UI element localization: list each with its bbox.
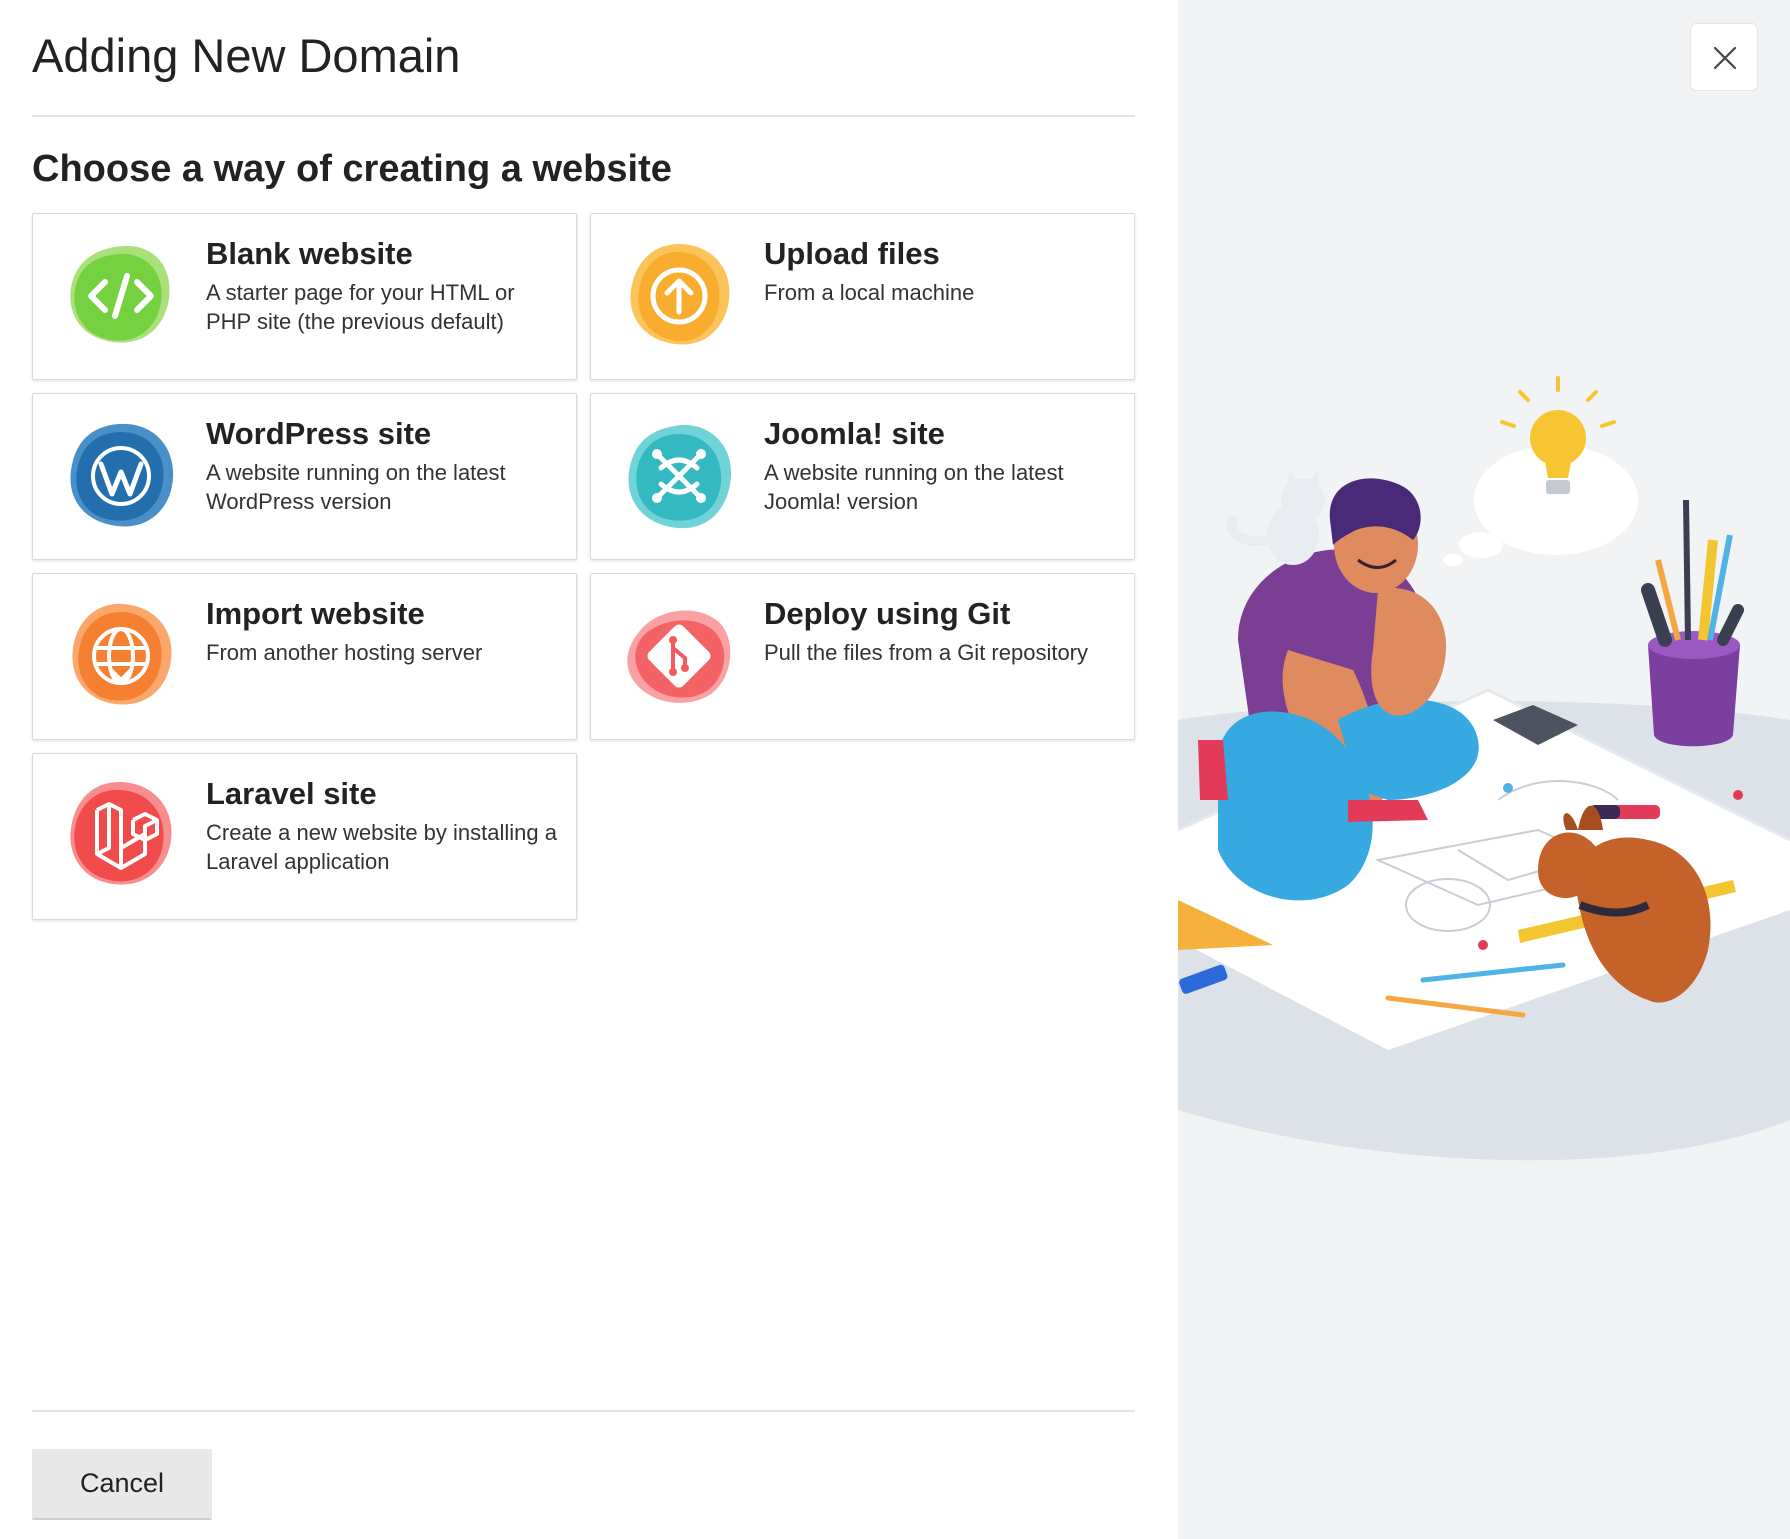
option-card-blank-website[interactable]: Blank website A starter page for your HT… — [32, 213, 577, 380]
section-subtitle: Choose a way of creating a website — [32, 148, 672, 190]
option-title: Laravel site — [206, 776, 377, 811]
footer-divider — [32, 1410, 1135, 1412]
close-button[interactable] — [1690, 23, 1758, 91]
wordpress-icon — [61, 416, 181, 536]
page-title: Adding New Domain — [32, 29, 461, 82]
option-description: A starter page for your HTML or PHP site… — [206, 280, 515, 334]
website-options-grid: Blank website A starter page for your HT… — [32, 213, 1135, 920]
option-card-import-website[interactable]: Import website From another hosting serv… — [32, 573, 577, 740]
option-card-deploy-git[interactable]: Deploy using Git Pull the files from a G… — [590, 573, 1135, 740]
option-card-upload-files[interactable]: Upload files From a local machine — [590, 213, 1135, 380]
header-divider — [32, 115, 1135, 117]
globe-import-icon — [61, 596, 181, 716]
option-title: WordPress site — [206, 416, 432, 451]
option-description: From another hosting server — [206, 640, 483, 665]
laravel-icon — [61, 776, 181, 896]
option-title: Deploy using Git — [764, 596, 1011, 631]
option-description: Create a new website by installing a Lar… — [206, 820, 557, 874]
option-description: From a local machine — [764, 280, 975, 305]
code-icon — [61, 236, 181, 356]
option-card-joomla-site[interactable]: Joomla! site A website running on the la… — [590, 393, 1135, 560]
developer-illustration — [1178, 376, 1790, 1161]
dialog-main-panel: Adding New Domain Choose a way of creati… — [0, 0, 1178, 1539]
option-description: A website running on the latest WordPres… — [206, 460, 506, 514]
option-title: Blank website — [206, 236, 413, 271]
option-title: Import website — [206, 596, 425, 631]
git-icon — [619, 596, 739, 716]
option-description: Pull the files from a Git repository — [764, 640, 1089, 665]
option-description: A website running on the latest Joomla! … — [764, 460, 1064, 514]
close-icon — [1713, 46, 1737, 70]
upload-icon — [619, 236, 739, 356]
option-title: Joomla! site — [764, 416, 945, 451]
option-card-wordpress-site[interactable]: WordPress site A website running on the … — [32, 393, 577, 560]
illustration-panel — [1178, 0, 1790, 1539]
option-title: Upload files — [764, 236, 940, 271]
joomla-icon — [619, 416, 739, 536]
option-card-laravel-site[interactable]: Laravel site Create a new website by ins… — [32, 753, 577, 920]
cancel-button[interactable]: Cancel — [32, 1449, 212, 1520]
